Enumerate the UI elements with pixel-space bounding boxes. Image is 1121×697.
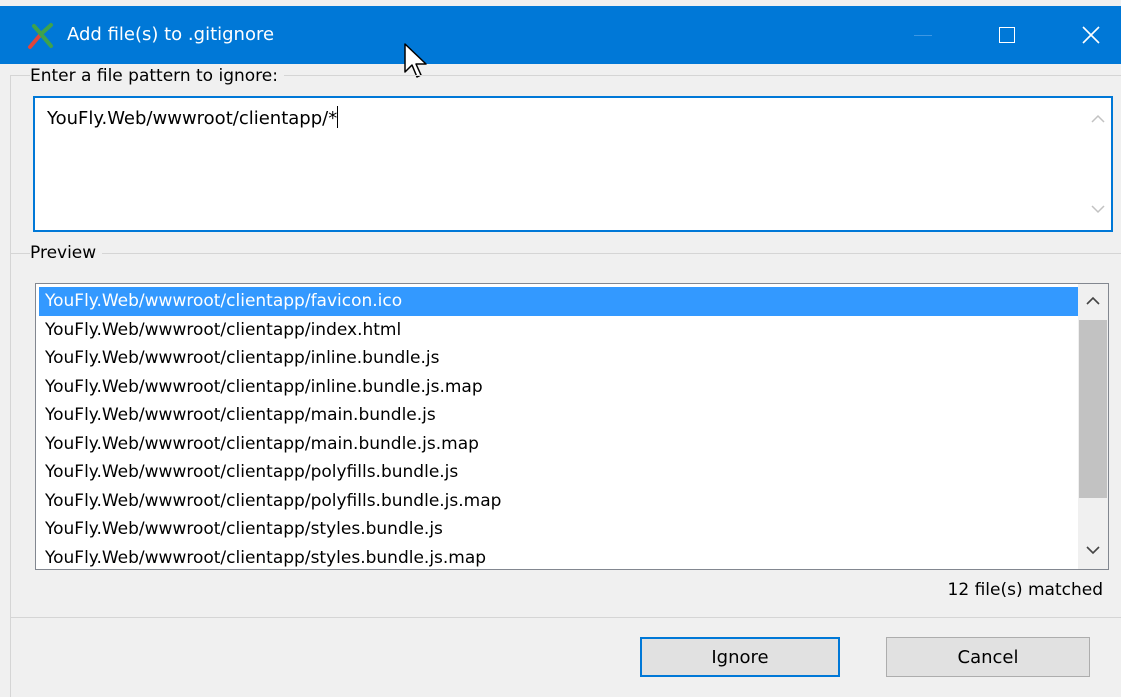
minimize-button[interactable]: [893, 6, 953, 64]
text-caret: [337, 106, 339, 128]
scrollbar-thumb[interactable]: [1079, 320, 1107, 498]
scroll-up-icon[interactable]: [1086, 296, 1100, 306]
list-item[interactable]: YouFly.Web/wwwroot/clientapp/styles.bund…: [39, 515, 1079, 544]
window-title: Add file(s) to .gitignore: [67, 24, 275, 45]
title-bar[interactable]: Add file(s) to .gitignore: [0, 6, 1121, 64]
pattern-input[interactable]: YouFly.Web/wwwroot/clientapp/*: [33, 96, 1113, 232]
maximize-button[interactable]: [977, 6, 1037, 64]
close-icon: [1082, 26, 1100, 44]
list-item[interactable]: YouFly.Web/wwwroot/clientapp/inline.bund…: [39, 373, 1079, 402]
cancel-button[interactable]: Cancel: [886, 637, 1090, 677]
preview-section-label: Preview: [30, 243, 103, 263]
scroll-up-icon[interactable]: [1091, 114, 1105, 124]
list-item[interactable]: YouFly.Web/wwwroot/clientapp/index.html: [39, 316, 1079, 345]
matched-count: 12 file(s) matched: [947, 580, 1103, 600]
pattern-section-label: Enter a file pattern to ignore:: [30, 66, 284, 86]
list-item[interactable]: YouFly.Web/wwwroot/clientapp/styles.bund…: [39, 544, 1079, 573]
preview-section-divider: [10, 253, 1121, 254]
list-item[interactable]: YouFly.Web/wwwroot/clientapp/main.bundle…: [39, 401, 1079, 430]
group-frame-left: [10, 75, 11, 697]
button-area-divider: [10, 617, 1121, 618]
preview-listbox[interactable]: YouFly.Web/wwwroot/clientapp/favicon.ico…: [35, 283, 1109, 570]
pattern-scrollbar[interactable]: [1085, 98, 1111, 230]
maximize-icon: [999, 27, 1015, 43]
preview-items: YouFly.Web/wwwroot/clientapp/favicon.ico…: [39, 287, 1079, 572]
list-item[interactable]: YouFly.Web/wwwroot/clientapp/polyfills.b…: [39, 487, 1079, 516]
minimize-icon: [914, 34, 932, 36]
git-app-icon: [28, 23, 53, 49]
ignore-button[interactable]: Ignore: [640, 637, 840, 677]
list-item[interactable]: YouFly.Web/wwwroot/clientapp/main.bundle…: [39, 430, 1079, 459]
close-button[interactable]: [1061, 6, 1121, 64]
list-item[interactable]: YouFly.Web/wwwroot/clientapp/inline.bund…: [39, 344, 1079, 373]
list-item[interactable]: YouFly.Web/wwwroot/clientapp/favicon.ico: [39, 287, 1079, 316]
preview-scrollbar[interactable]: [1078, 284, 1108, 569]
pattern-value: YouFly.Web/wwwroot/clientapp/*: [47, 108, 338, 129]
scroll-down-icon[interactable]: [1091, 204, 1105, 214]
list-item[interactable]: YouFly.Web/wwwroot/clientapp/polyfills.b…: [39, 458, 1079, 487]
scroll-down-icon[interactable]: [1086, 545, 1100, 555]
